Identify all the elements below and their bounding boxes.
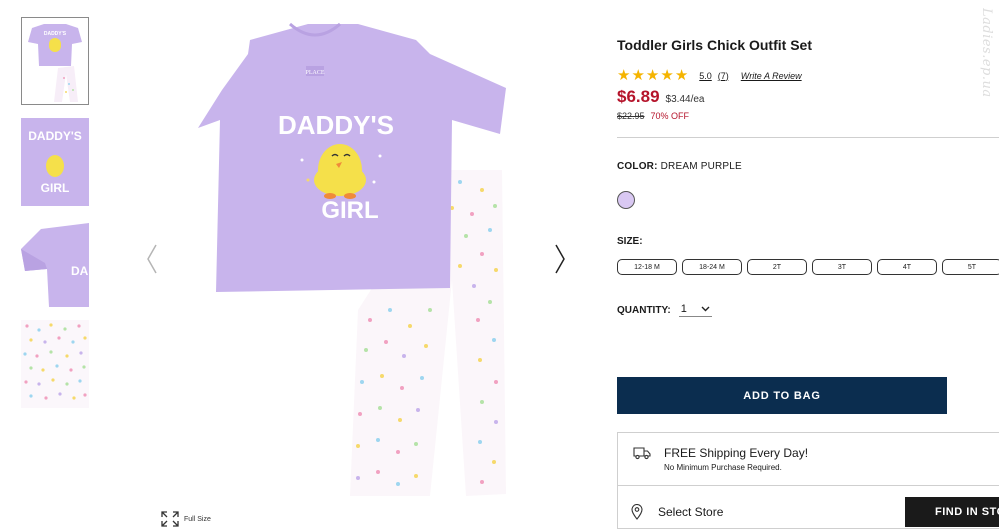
color-label-title: COLOR: [617,161,658,172]
quantity-value: 1 [680,303,687,315]
star-rating: ★ ★ ★ ★ ★ [617,68,688,83]
color-label: COLOR: DREAM PURPLE [617,161,742,172]
shirt-text-bottom: GIRL [321,197,378,224]
svg-text:GIRL: GIRL [41,181,70,195]
size-option-4t[interactable]: 4T [877,259,937,275]
shipping-info-box: FREE Shipping Every Day! No Minimum Purc… [617,432,999,486]
location-pin-icon [631,504,643,520]
chevron-down-icon [701,306,710,312]
brand-tag-text: PLACE [305,70,324,76]
add-to-bag-button[interactable]: ADD TO BAG [617,377,947,414]
write-review-link[interactable]: Write A Review [741,71,802,81]
thumbnail-shirt-print[interactable]: DADDY'S GIRL [21,118,89,206]
original-price-row: $22.95 70% OFF [617,111,689,121]
quantity-label: QUANTITY: [617,304,671,316]
size-option-5t[interactable]: 5T [942,259,999,275]
discount-label: 70% OFF [650,111,690,121]
thumbnail-list: DADDY'S DADDY'S GIRL DA [21,17,89,421]
watermark: Ladies.ep.ua [979,8,994,98]
rating-count[interactable]: (7) [718,71,729,81]
expand-icon [161,511,179,527]
color-value: DREAM PURPLE [660,161,742,172]
original-price: $22.95 [617,111,645,121]
size-option-3t[interactable]: 3T [812,259,872,275]
size-options: 12-18 M 18-24 M 2T 3T 4T 5T [617,259,999,275]
svg-text:DADDY'S: DADDY'S [28,129,82,143]
color-swatch-dream-purple[interactable] [617,191,635,209]
rating-row: ★ ★ ★ ★ ★ 5.0 (7) Write A Review [617,68,802,83]
truck-icon [633,447,651,460]
full-size-label: Full Size [184,515,211,523]
full-size-button[interactable]: Full Size [160,510,211,528]
thumbnail-sleeve[interactable]: DA [21,219,89,307]
star-icon: ★ [645,67,660,84]
svg-text:DA: DA [71,264,89,278]
select-store-link[interactable]: Select Store [658,505,723,519]
gallery-prev-arrow[interactable] [144,243,160,275]
divider [617,137,999,138]
star-icon: ★ [631,67,645,84]
star-icon: ★ [674,67,689,84]
shipping-subtitle: No Minimum Purchase Required. [664,463,782,472]
size-option-2t[interactable]: 2T [747,259,807,275]
product-title: Toddler Girls Chick Outfit Set [617,37,812,53]
star-icon: ★ [617,67,631,84]
find-in-store-button[interactable]: FIND IN STORE [905,497,999,527]
gallery-next-arrow[interactable] [552,243,568,275]
size-option-12-18m[interactable]: 12-18 M [617,259,677,275]
quantity-select[interactable]: 1 [678,303,712,317]
star-icon: ★ [660,67,674,84]
svg-text:DADDY'S: DADDY'S [44,31,67,37]
quantity-row: QUANTITY: 1 [617,303,712,317]
price-per-each: $3.44/ea [665,94,705,105]
price-row: $6.89 $3.44/ea [617,87,704,107]
sale-price: $6.89 [617,87,660,106]
size-label: SIZE: [617,236,643,247]
thumbnail-outfit[interactable]: DADDY'S [21,17,89,105]
rating-value[interactable]: 5.0 [699,71,712,81]
size-option-18-24m[interactable]: 18-24 M [682,259,742,275]
shipping-title: FREE Shipping Every Day! [664,446,809,460]
main-product-image[interactable]: PLACE DADDY'S GIRL [190,10,520,510]
shirt-text-top: DADDY'S [278,110,394,140]
product-details-panel: Toddler Girls Chick Outfit Set ★ ★ ★ ★ ★… [617,0,999,529]
thumbnail-fabric[interactable] [21,320,89,408]
store-picker-box: Select Store FIND IN STORE [617,485,999,529]
